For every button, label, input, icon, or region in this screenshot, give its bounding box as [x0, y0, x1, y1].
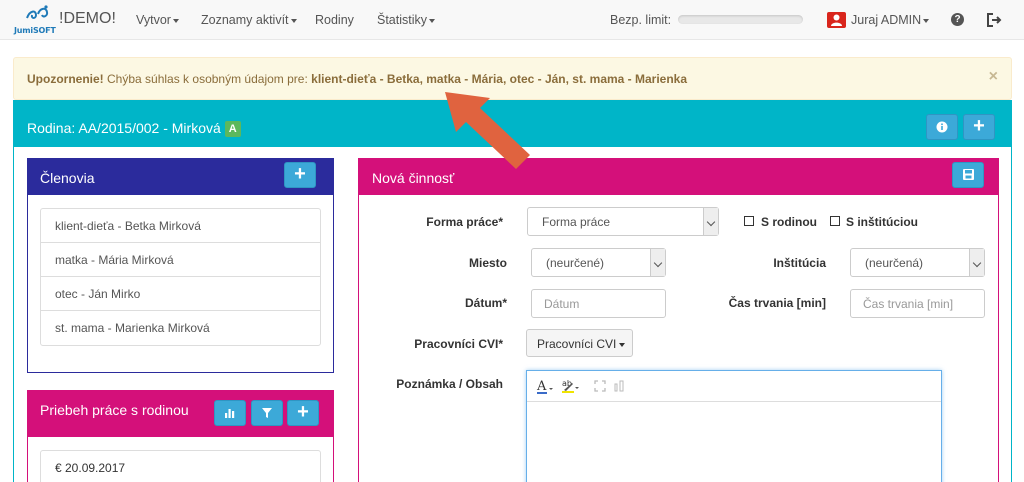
s-rodinou-checkbox[interactable]: [744, 216, 754, 226]
chevron-down-icon: [703, 208, 718, 235]
datum-label: Dátum*: [464, 296, 507, 310]
logo-swirl-icon: [26, 5, 49, 19]
forma-prace-label: Forma práce*: [426, 215, 503, 229]
chevron-down-icon: [650, 249, 665, 276]
annotation-arrow-icon: [445, 92, 530, 169]
plus-icon: +: [297, 401, 309, 423]
filter-icon: [262, 408, 272, 418]
close-icon[interactable]: ×: [989, 68, 998, 86]
progress-header: Priebeh práce s rodinou +: [28, 391, 333, 437]
caret-down-icon: [923, 18, 930, 23]
pracovnici-label: Pracovníci CVI*: [414, 337, 503, 351]
s-rodinou-label[interactable]: S rodinou: [761, 215, 817, 229]
user-icon: [827, 12, 846, 28]
sign-out-icon[interactable]: [986, 12, 1002, 28]
forma-prace-select[interactable]: Forma práce: [527, 207, 719, 236]
s-institucion-checkbox[interactable]: [830, 216, 840, 226]
members-title: Členovia: [40, 170, 95, 186]
poznamka-label: Poznámka / Obsah: [396, 377, 503, 391]
family-info-button[interactable]: [926, 114, 958, 140]
caret-down-icon: [172, 18, 179, 23]
progress-panel: Priebeh práce s rodinou + € 20.09.2017: [27, 390, 334, 482]
user-name: Juraj ADMIN: [851, 13, 922, 27]
editor-toolbar: A ab: [527, 371, 941, 402]
alert-members: klient-dieťa - Betka, matka - Mária, ote…: [311, 72, 688, 86]
institucia-select[interactable]: (neurčená): [850, 248, 985, 277]
question-circle-icon[interactable]: ?: [951, 13, 964, 26]
add-progress-button[interactable]: +: [287, 400, 319, 426]
family-title: Rodina: AA/2015/002 - Mirková: [27, 120, 221, 136]
svg-text:ab: ab: [562, 379, 572, 388]
safety-limit-bar: [678, 15, 803, 24]
institucia-value: (neurčená): [865, 256, 924, 270]
info-icon: [936, 121, 948, 133]
members-header: Členovia +: [28, 159, 333, 195]
datum-input[interactable]: Dátum: [531, 289, 666, 318]
bar-chart-icon: [225, 409, 235, 418]
logo-text: JumiSOFT: [14, 26, 56, 35]
members-panel: Členovia + klient-dieťa - Betka Mirková …: [27, 158, 334, 373]
institucia-label: Inštitúcia: [773, 256, 826, 270]
plus-icon: +: [294, 163, 306, 185]
menu-rodiny[interactable]: Rodiny: [315, 13, 354, 27]
menu-statistiky[interactable]: Štatistiky: [377, 13, 436, 27]
top-navbar: JumiSOFT !DEMO! Vytvor Zoznamy aktivít R…: [0, 0, 1024, 40]
safety-limit-label: Bezp. limit:: [610, 13, 672, 27]
poznamka-editor[interactable]: A ab: [526, 370, 942, 482]
caret-down-icon: [290, 18, 297, 23]
cas-trvania-input[interactable]: Čas trvania [min]: [850, 289, 985, 318]
alert-message: Chýba súhlas k osobným údajom pre:: [107, 72, 308, 86]
family-status-badge: A: [224, 121, 241, 137]
menu-zoznamy-aktivit[interactable]: Zoznamy aktivít: [201, 13, 297, 27]
progress-list-item[interactable]: € 20.09.2017: [40, 450, 321, 482]
cas-trvania-label: Čas trvania [min]: [728, 296, 826, 310]
code-view-icon[interactable]: [613, 380, 625, 392]
caret-down-icon: [429, 18, 436, 23]
activity-title: Nová činnosť: [372, 170, 455, 186]
list-item[interactable]: st. mama - Marienka Mirková: [41, 311, 320, 345]
menu-rodiny-label: Rodiny: [315, 13, 354, 27]
miesto-select[interactable]: (neurčené): [531, 248, 666, 277]
members-list: klient-dieťa - Betka Mirková matka - Már…: [40, 208, 321, 346]
app-brand[interactable]: !DEMO!: [59, 10, 116, 28]
forma-prace-value: Forma práce: [542, 215, 611, 229]
save-button[interactable]: [952, 162, 984, 188]
miesto-label: Miesto: [468, 256, 507, 270]
s-institucion-label[interactable]: S inštitúciou: [846, 215, 918, 229]
chart-button[interactable]: [214, 400, 246, 426]
jumisoft-logo[interactable]: JumiSOFT: [14, 4, 56, 36]
caret-down-icon: [619, 342, 626, 347]
save-icon: [963, 169, 974, 180]
font-color-icon[interactable]: A: [536, 378, 554, 396]
list-item[interactable]: klient-dieťa - Betka Mirková: [41, 209, 320, 243]
list-item[interactable]: otec - Ján Mirko: [41, 277, 320, 311]
fullscreen-icon[interactable]: [594, 380, 606, 392]
menu-zoznamy-label: Zoznamy aktivít: [201, 13, 289, 27]
alert-strong: Upozornenie!: [27, 72, 104, 86]
pracovnici-dropdown-button[interactable]: Pracovníci CVI: [526, 329, 633, 357]
family-add-button[interactable]: +: [963, 114, 995, 140]
menu-vytvor-label: Vytvor: [136, 13, 171, 27]
menu-vytvor[interactable]: Vytvor: [136, 13, 179, 27]
svg-text:A: A: [536, 379, 547, 394]
plus-icon: +: [973, 115, 985, 137]
list-item[interactable]: matka - Mária Mirková: [41, 243, 320, 277]
highlight-icon[interactable]: ab: [561, 377, 581, 395]
add-member-button[interactable]: +: [284, 162, 316, 188]
chevron-down-icon: [969, 249, 984, 276]
filter-button[interactable]: [251, 400, 283, 426]
pracovnici-button-label: Pracovníci CVI: [537, 337, 617, 351]
menu-statistiky-label: Štatistiky: [377, 13, 428, 27]
miesto-value: (neurčené): [546, 256, 605, 270]
progress-title: Priebeh práce s rodinou: [40, 402, 189, 418]
